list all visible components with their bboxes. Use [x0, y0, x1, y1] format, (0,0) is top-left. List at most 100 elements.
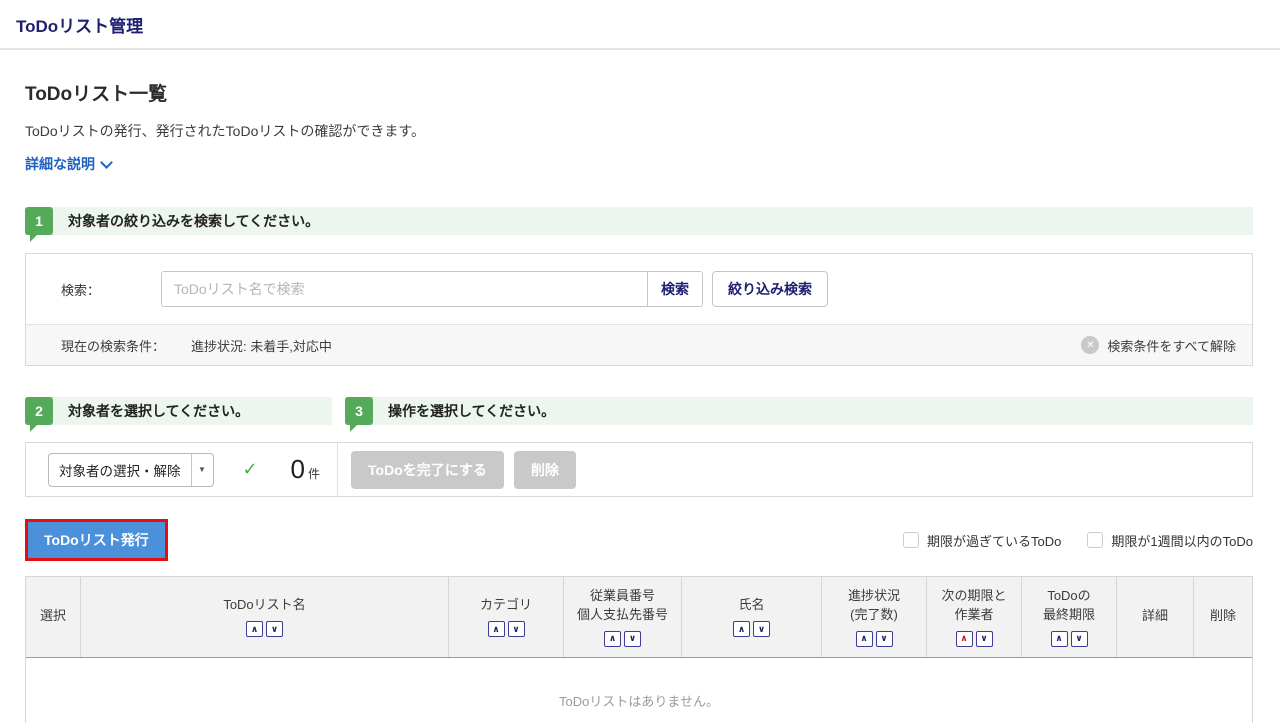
check-icon: ✓: [243, 459, 258, 480]
app-title: ToDoリスト管理: [16, 12, 143, 37]
delete-button[interactable]: 削除: [514, 451, 576, 489]
table-empty-message: ToDoリストはありません。: [26, 658, 1252, 723]
column-label: 従業員番号: [590, 587, 655, 606]
sort-desc-button[interactable]: ∨: [976, 631, 993, 647]
sort-desc-button[interactable]: ∨: [753, 621, 770, 637]
search-row: 検索： 検索 絞り込み検索: [26, 254, 1252, 324]
column-label: 氏名: [738, 596, 764, 615]
sort-asc-button[interactable]: ∧: [956, 631, 973, 647]
column-label-line2: 最終期限: [1043, 606, 1095, 625]
step3-banner: 3 操作を選択してください。: [345, 397, 1253, 425]
details-link[interactable]: 詳細な説明: [25, 154, 111, 174]
chevron-down-icon: [100, 156, 113, 169]
column-label: 進捗状況: [848, 587, 900, 606]
selected-count-unit: 件: [308, 465, 320, 482]
search-label: 検索：: [61, 280, 161, 299]
current-conditions-row: 現在の検索条件： 進捗状況: 未着手,対応中 ✕ 検索条件をすべて解除: [26, 324, 1252, 365]
sort-asc-button[interactable]: ∧: [733, 621, 750, 637]
column-label: 詳細: [1142, 607, 1168, 626]
column-header-4: 氏名 ∧∨: [682, 577, 822, 657]
selected-count: 0 件: [291, 454, 337, 485]
column-label: 削除: [1210, 607, 1236, 626]
sort-desc-button[interactable]: ∨: [266, 621, 283, 637]
selection-actions: ToDoを完了にする 削除: [338, 443, 576, 496]
column-header-3: 従業員番号個人支払先番号 ∧∨: [564, 577, 682, 657]
sort-controls: ∧∨: [856, 631, 893, 647]
sort-desc-button[interactable]: ∨: [508, 621, 525, 637]
column-label-line2: 個人支払先番号: [577, 606, 668, 625]
sort-desc-button[interactable]: ∨: [624, 631, 641, 647]
column-label: 次の期限と: [941, 587, 1006, 606]
filter-search-button[interactable]: 絞り込み検索: [712, 271, 828, 307]
sort-asc-button[interactable]: ∧: [246, 621, 263, 637]
step1-label: 対象者の絞り込みを検索してください。: [68, 211, 319, 231]
clear-circle-x-icon: ✕: [1081, 336, 1099, 354]
step3-badge: 3: [345, 397, 373, 425]
column-header-8: 詳細: [1117, 577, 1194, 657]
sort-controls: ∧∨: [246, 621, 283, 637]
search-button[interactable]: 検索: [647, 272, 702, 306]
clear-conditions-button[interactable]: ✕ 検索条件をすべて解除: [1081, 336, 1236, 355]
select-targets-dropdown[interactable]: 対象者の選択・解除 ▼: [48, 453, 214, 487]
selection-left-group: 対象者の選択・解除 ▼ ✓ 0 件: [26, 443, 337, 496]
column-label: カテゴリ: [480, 596, 532, 615]
sort-desc-button[interactable]: ∨: [1071, 631, 1088, 647]
sort-controls: ∧∨: [604, 631, 641, 647]
filter-overdue-label: 期限が過ぎているToDo: [927, 531, 1061, 550]
column-label-line2: 作業者: [954, 606, 993, 625]
main-content: ToDoリスト一覧 ToDoリストの発行、発行されたToDoリストの確認ができま…: [0, 79, 1280, 723]
filter-overdue-item[interactable]: 期限が過ぎているToDo: [903, 531, 1061, 550]
search-input[interactable]: [162, 272, 647, 306]
column-label: 選択: [40, 607, 66, 626]
search-panel: 検索： 検索 絞り込み検索 現在の検索条件： 進捗状況: 未着手,対応中 ✕ 検…: [25, 253, 1253, 366]
todo-table: 選択ToDoリスト名∧∨カテゴリ∧∨従業員番号個人支払先番号∧∨氏名∧∨進捗状況…: [25, 576, 1253, 723]
selected-count-number: 0: [291, 454, 305, 485]
step2-label: 対象者を選択してください。: [68, 401, 249, 421]
column-header-2: カテゴリ ∧∨: [449, 577, 564, 657]
issue-button-red-highlight: ToDoリスト発行: [25, 519, 168, 561]
table-header-row: 選択ToDoリスト名∧∨カテゴリ∧∨従業員番号個人支払先番号∧∨氏名∧∨進捗状況…: [26, 577, 1252, 658]
sort-controls: ∧∨: [1051, 631, 1088, 647]
column-header-9: 削除: [1194, 577, 1252, 657]
filter-within-week-checkbox[interactable]: [1087, 532, 1103, 548]
step3-label: 操作を選択してください。: [388, 401, 555, 421]
filter-within-week-label: 期限が1週間以内のToDo: [1111, 531, 1253, 550]
sort-asc-button[interactable]: ∧: [604, 631, 621, 647]
details-link-label: 詳細な説明: [25, 154, 95, 174]
column-label-line2: (完了数): [850, 606, 898, 625]
sort-desc-button[interactable]: ∨: [876, 631, 893, 647]
caret-down-icon[interactable]: ▼: [191, 454, 213, 486]
sort-asc-button[interactable]: ∧: [856, 631, 873, 647]
sort-asc-button[interactable]: ∧: [1051, 631, 1068, 647]
column-label: ToDoリスト名: [223, 596, 305, 615]
column-header-0: 選択: [26, 577, 81, 657]
conditions-label: 現在の検索条件：: [61, 336, 191, 355]
complete-todo-button[interactable]: ToDoを完了にする: [351, 451, 504, 489]
filter-within-week-item[interactable]: 期限が1週間以内のToDo: [1087, 531, 1253, 550]
step2-badge: 2: [25, 397, 53, 425]
issue-row: ToDoリスト発行 期限が過ぎているToDo 期限が1週間以内のToDo: [25, 519, 1253, 561]
column-label: ToDoの: [1047, 587, 1090, 606]
column-header-6: 次の期限と作業者 ∧∨: [927, 577, 1022, 657]
page-description: ToDoリストの発行、発行されたToDoリストの確認ができます。: [25, 121, 1253, 141]
sort-controls: ∧∨: [733, 621, 770, 637]
selection-panel: 対象者の選択・解除 ▼ ✓ 0 件 ToDoを完了にする 削除: [25, 442, 1253, 497]
sort-asc-button[interactable]: ∧: [488, 621, 505, 637]
step2-banner: 2 対象者を選択してください。: [25, 397, 332, 425]
column-header-1: ToDoリスト名 ∧∨: [81, 577, 449, 657]
conditions-value: 進捗状況: 未着手,対応中: [191, 336, 332, 355]
select-targets-dropdown-label: 対象者の選択・解除: [49, 454, 191, 486]
issue-todo-list-button[interactable]: ToDoリスト発行: [28, 522, 165, 558]
steps-row: 2 対象者を選択してください。 3 操作を選択してください。: [25, 397, 1253, 425]
column-header-7: ToDoの最終期限 ∧∨: [1022, 577, 1117, 657]
filter-overdue-checkbox[interactable]: [903, 532, 919, 548]
step1-banner: 1 対象者の絞り込みを検索してください。: [25, 207, 1253, 235]
sort-controls: ∧∨: [956, 631, 993, 647]
column-header-5: 進捗状況(完了数) ∧∨: [822, 577, 927, 657]
clear-conditions-label: 検索条件をすべて解除: [1107, 336, 1236, 355]
app-header: ToDoリスト管理: [0, 0, 1280, 50]
sort-controls: ∧∨: [488, 621, 525, 637]
search-input-group: 検索: [161, 271, 703, 307]
page-title: ToDoリスト一覧: [25, 79, 1253, 106]
deadline-filters: 期限が過ぎているToDo 期限が1週間以内のToDo: [903, 531, 1253, 550]
